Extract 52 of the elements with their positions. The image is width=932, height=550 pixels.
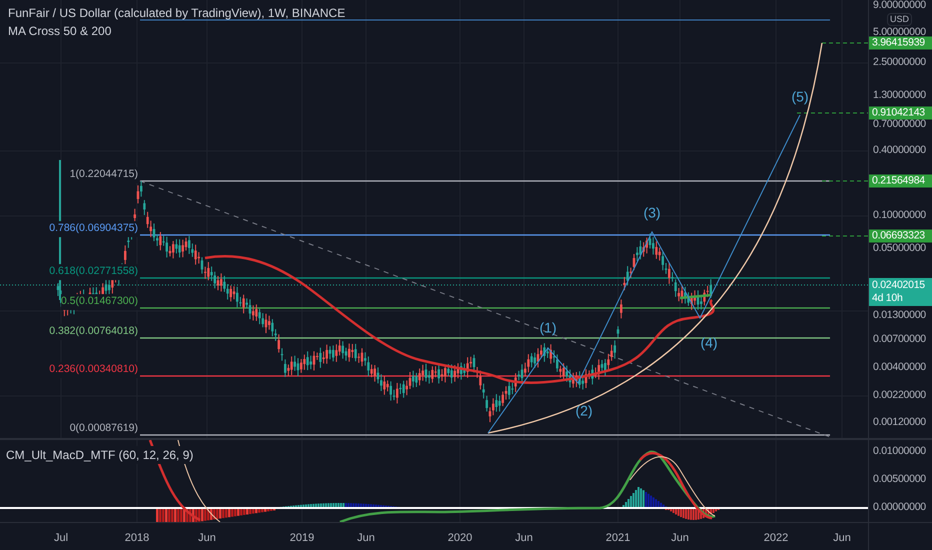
wave-label: (1) [539,318,557,338]
price-axis-label: 0.00700000 [873,332,926,348]
fib-level-label: 0.382(0.00764018) [49,324,138,340]
price-axis-label: 0.10000000 [873,208,926,224]
macd-axis-label: 0.01000000 [873,444,926,460]
time-axis-label: Jun [357,531,375,546]
price-axis-label: 0.70000000 [873,117,926,132]
time-axis-label: 2019 [290,531,314,546]
bar-countdown: 4d 10h [872,292,904,305]
wave-label: (5) [791,88,809,106]
fib-level-label: 0.236(0.00340810) [49,362,138,378]
price-axis-label: 9.00000000 [873,0,926,14]
time-axis-label: 2022 [764,531,788,546]
fib-level-label: 0.786(0.06904375) [49,221,138,237]
last-price-value: 0.02402015 [872,279,926,292]
wave-label: (3) [643,204,661,222]
fib-level-label: 0.5(0.01467300) [60,294,138,310]
wave-label: (2) [575,402,593,420]
price-axis-label: 0.00400000 [873,360,926,376]
macd-axis-label: 0.00500000 [873,472,926,488]
price-target-badge: 3.96415939 [869,36,932,50]
price-axis-label: 0.40000000 [873,143,926,158]
fib-level-label: 0(0.00087619) [70,421,138,437]
fib-level-label: 1(0.22044715) [70,167,138,183]
price-axis-label: 0.05000000 [873,241,926,256]
price-axis-label: 0.00220000 [873,388,926,404]
fib-level-label: 0.618(0.02771558) [49,264,138,280]
time-axis-label: Jun [671,531,689,546]
price-axis-label: 0.01300000 [873,308,926,324]
wave-label: (4) [700,334,718,352]
time-axis-label: Jul [54,531,68,546]
time-axis-label: Jun [515,531,533,546]
chart-legend-title: FunFair / US Dollar (calculated by TradingView), 1W, BINANCE [8,5,346,22]
price-target-line [796,112,868,114]
price-axis-label: 0.00120000 [873,415,926,430]
price-axis-label: 5.00000000 [873,25,926,38]
time-axis-label: 2021 [606,531,630,546]
price-axis-label: 2.50000000 [873,55,926,70]
time-axis-label: 2018 [124,531,150,546]
time-axis-label: 2020 [448,531,472,546]
price-target-badge: 0.91042143 [869,106,932,120]
time-axis-label: Jun [833,531,851,546]
price-target-badge: 0.21564984 [869,174,932,188]
macd-indicator-label: CM_Ult_MacD_MTF (60, 12, 26, 9) [6,446,194,464]
price-target-line [822,42,868,44]
price-target-badge: 0.06693323 [869,230,932,242]
price-axis-label: 1.30000000 [873,88,926,104]
time-axis-label: Jun [198,531,216,546]
currency-label: USD [887,13,912,26]
price-target-line [822,180,868,182]
indicator-label: MA Cross 50 & 200 [8,23,112,40]
macd-axis-label: 0.00000000 [873,500,926,516]
